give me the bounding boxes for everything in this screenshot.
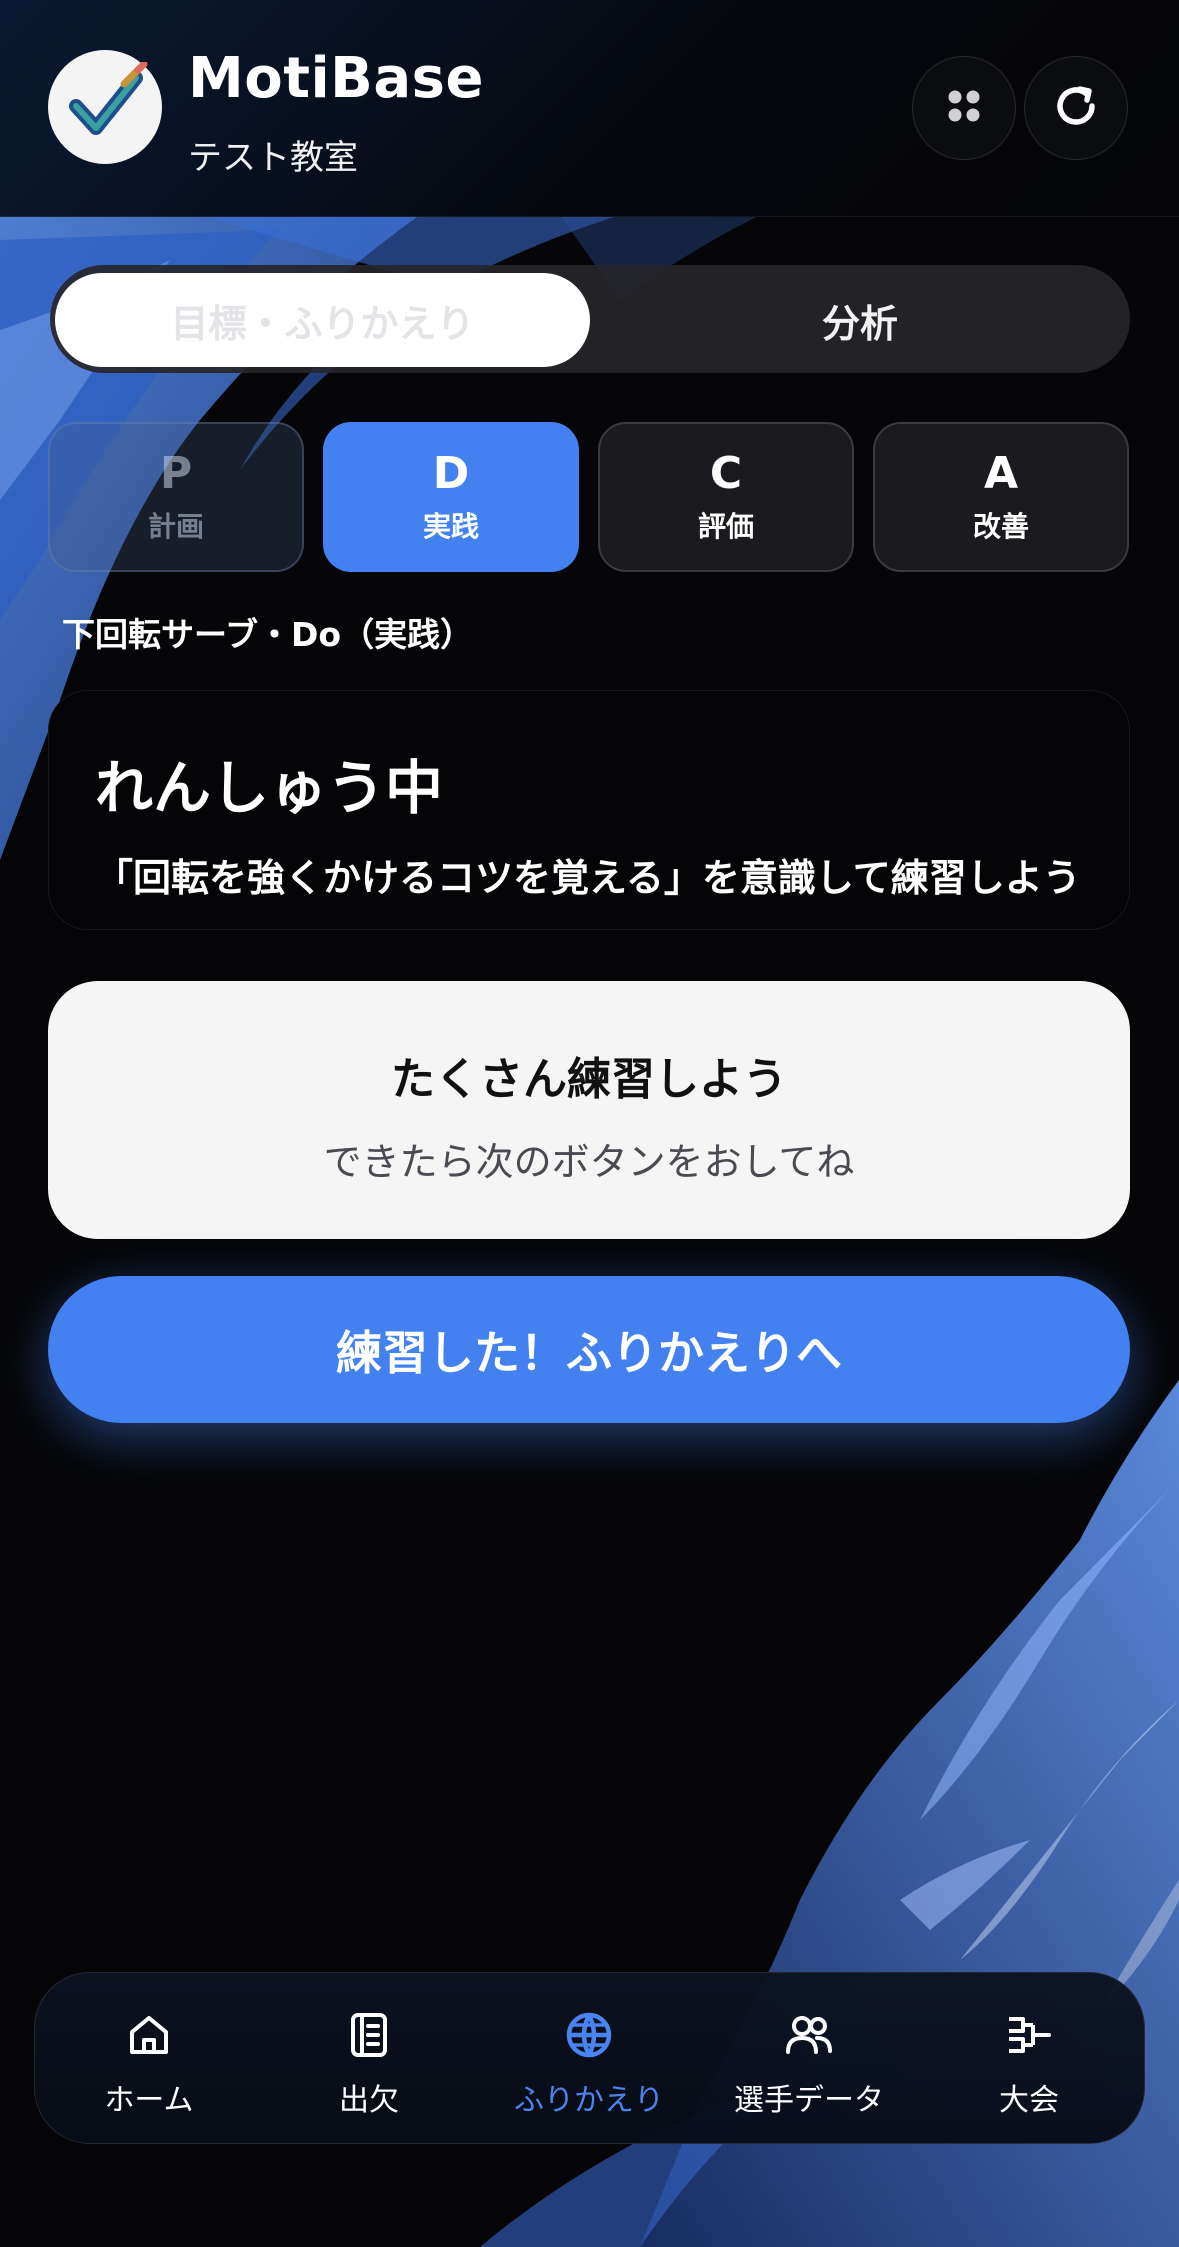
class-name: テスト教室 — [188, 138, 358, 178]
nav-label: 出欠 — [339, 2083, 399, 2118]
app-logo — [48, 50, 162, 164]
nav-item-player-data[interactable]: 選手データ — [699, 1973, 919, 2145]
apps-grid-icon — [944, 86, 984, 130]
refresh-icon — [1048, 78, 1104, 138]
pdca-step-act[interactable]: A 改善 — [873, 422, 1129, 572]
section-label: 下回転サーブ・Do（実践） — [62, 615, 474, 654]
pdca-label: 評価 — [697, 510, 754, 543]
nav-item-tournament[interactable]: 大会 — [919, 1973, 1139, 2145]
info-title: たくさん練習しよう — [391, 1054, 787, 1105]
pdca-label: 実践 — [422, 510, 479, 543]
home-icon — [123, 2009, 175, 2061]
nav-label: ふりかえり — [514, 2083, 664, 2118]
view-segmented-control: 目標・ふりかえり 分析 — [50, 265, 1130, 373]
refresh-button[interactable] — [1024, 56, 1128, 160]
pdca-letter: C — [709, 448, 743, 499]
pdca-letter: A — [983, 448, 1019, 499]
app-header: MotiBase テスト教室 — [0, 0, 1179, 217]
info-subtitle: できたら次のボタンをおしてね — [323, 1140, 855, 1184]
players-icon — [783, 2009, 835, 2061]
status-message: 「回転を強くかけるコツを覚える」を意識して練習しよう — [95, 856, 1081, 900]
bottom-nav: ホーム 出欠 ふりかえり 選手データ 大会 — [34, 1972, 1145, 2144]
nav-label: 選手データ — [734, 2083, 884, 2118]
pdca-label: 改善 — [972, 510, 1029, 543]
pdca-label: 計画 — [147, 510, 204, 543]
tab-analysis[interactable]: 分析 — [595, 273, 1125, 367]
tab-goals-reflection[interactable]: 目標・ふりかえり — [55, 273, 590, 367]
nav-label: 大会 — [999, 2083, 1059, 2118]
app-name: MotiBase — [188, 46, 484, 111]
go-to-reflection-button[interactable]: 練習した！ふりかえりへ — [48, 1276, 1130, 1423]
pdca-step-plan[interactable]: P 計画 — [48, 422, 304, 572]
screen: MotiBase テスト教室 目標・ふりかえり 分析 P 計画 D 実践 C 評… — [0, 0, 1179, 2247]
attendance-icon — [343, 2009, 395, 2061]
nav-item-reflection[interactable]: ふりかえり — [479, 1973, 699, 2145]
reflection-globe-icon — [563, 2009, 615, 2061]
status-card: れんしゅう中 「回転を強くかけるコツを覚える」を意識して練習しよう — [48, 690, 1130, 930]
pdca-letter: D — [432, 448, 470, 499]
info-card: たくさん練習しよう できたら次のボタンをおしてね — [48, 981, 1130, 1239]
pdca-letter: P — [159, 448, 193, 499]
nav-item-attendance[interactable]: 出欠 — [259, 1973, 479, 2145]
nav-item-home[interactable]: ホーム — [39, 1973, 259, 2145]
status-title: れんしゅう中 — [95, 754, 444, 822]
tournament-bracket-icon — [1003, 2009, 1055, 2061]
pdca-step-check[interactable]: C 評価 — [598, 422, 854, 572]
pdca-step-do[interactable]: D 実践 — [323, 422, 579, 572]
nav-label: ホーム — [104, 2083, 194, 2118]
apps-button[interactable] — [912, 56, 1016, 160]
check-pencil-icon — [62, 60, 148, 152]
